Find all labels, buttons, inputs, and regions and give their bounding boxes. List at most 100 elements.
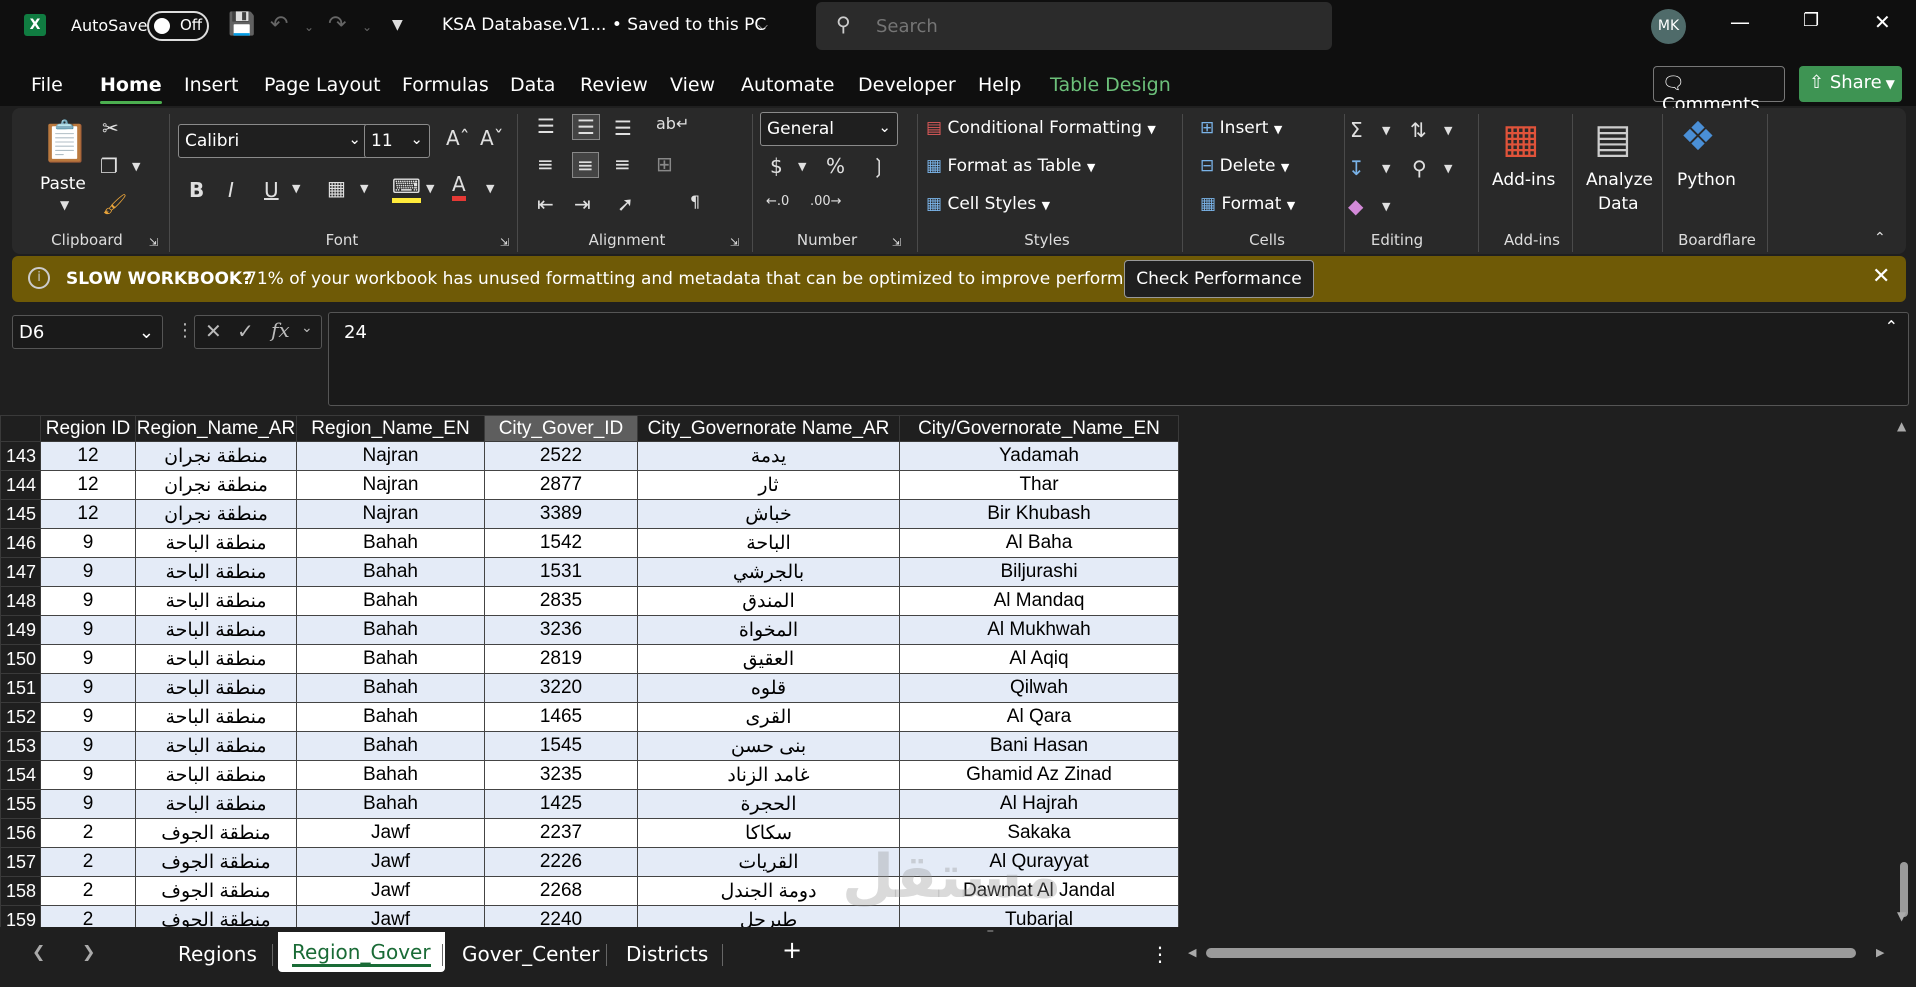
tab-help[interactable]: Help xyxy=(978,74,1021,96)
table-cell[interactable]: 2 xyxy=(40,876,136,906)
table-cell[interactable]: Bahah xyxy=(296,789,485,819)
save-icon[interactable]: 💾 xyxy=(228,12,255,37)
prev-sheet-icon[interactable]: ❮ xyxy=(32,942,45,961)
paste-label[interactable]: Paste xyxy=(40,174,86,194)
align-right-icon[interactable]: ≡ xyxy=(614,152,631,176)
table-cell[interactable]: Bahah xyxy=(296,528,485,558)
share-button[interactable]: ⇧ Share ▼ xyxy=(1799,66,1902,102)
search-box[interactable]: ⚲ xyxy=(816,2,1332,50)
currency-dropdown-icon[interactable]: ▼ xyxy=(798,160,806,173)
clear-dropdown-icon[interactable]: ▼ xyxy=(1382,200,1390,213)
table-cell[interactable]: 9 xyxy=(40,615,136,645)
table-cell[interactable]: 2237 xyxy=(484,818,638,848)
table-cell[interactable]: Bahah xyxy=(296,586,485,616)
table-cell[interactable]: Yadamah xyxy=(899,441,1179,471)
table-cell[interactable]: Jawf xyxy=(296,905,485,927)
table-cell[interactable]: 3236 xyxy=(484,615,638,645)
table-cell[interactable]: Bahah xyxy=(296,702,485,732)
table-cell[interactable]: 9 xyxy=(40,731,136,761)
table-cell[interactable]: يدمة xyxy=(637,441,900,471)
tab-formulas[interactable]: Formulas xyxy=(402,74,489,96)
align-center-icon[interactable]: ≡ xyxy=(572,152,599,178)
table-cell[interactable]: Thar xyxy=(899,470,1179,500)
tab-automate[interactable]: Automate xyxy=(741,74,834,96)
table-cell[interactable]: Najran xyxy=(296,470,485,500)
table-cell[interactable]: منطقة الباحة xyxy=(135,528,297,558)
table-cell[interactable]: 2835 xyxy=(484,586,638,616)
table-cell[interactable]: Jawf xyxy=(296,818,485,848)
decrease-font-icon[interactable]: Aˇ xyxy=(480,126,504,150)
tab-home[interactable]: Home xyxy=(100,74,162,104)
table-cell[interactable]: Najran xyxy=(296,499,485,529)
table-cell[interactable]: Najran xyxy=(296,441,485,471)
table-cell[interactable]: 2 xyxy=(40,905,136,927)
sheet-tab-regions[interactable]: Regions xyxy=(178,942,257,966)
column-header[interactable]: City_Gover_ID xyxy=(484,415,638,442)
undo-icon[interactable]: ↶ xyxy=(270,12,288,37)
table-cell[interactable]: Bahah xyxy=(296,673,485,703)
table-cell[interactable]: Bahah xyxy=(296,731,485,761)
undo-dropdown-icon[interactable]: ⌄ xyxy=(304,20,314,34)
table-cell[interactable]: 2268 xyxy=(484,876,638,906)
table-cell[interactable]: Biljurashi xyxy=(899,557,1179,587)
font-color-dropdown-icon[interactable]: ▼ xyxy=(486,182,494,195)
currency-icon[interactable]: $ xyxy=(770,154,783,178)
sort-filter-icon[interactable]: ⇅ xyxy=(1410,118,1427,142)
add-sheet-icon[interactable]: + xyxy=(782,936,802,964)
customize-toolbar-icon[interactable]: ▼ xyxy=(392,17,403,33)
cancel-icon[interactable]: ✕ xyxy=(205,319,222,343)
table-cell[interactable]: Jawf xyxy=(296,876,485,906)
format-as-table-button[interactable]: ▦ Format as Table ▼ xyxy=(926,156,1095,176)
table-cell[interactable]: 9 xyxy=(40,644,136,674)
tab-table-design[interactable]: Table Design xyxy=(1050,74,1171,96)
table-cell[interactable]: 1542 xyxy=(484,528,638,558)
italic-icon[interactable]: I xyxy=(228,178,234,202)
autosum-dropdown-icon[interactable]: ▼ xyxy=(1382,124,1390,137)
text-direction-icon[interactable]: ¶ xyxy=(690,192,700,211)
table-cell[interactable]: Al Qara xyxy=(899,702,1179,732)
row-number[interactable]: 153 xyxy=(0,731,41,761)
column-header[interactable]: City/Governorate_Name_EN xyxy=(899,415,1179,442)
table-cell[interactable]: 2522 xyxy=(484,441,638,471)
table-cell[interactable]: Bir Khubash xyxy=(899,499,1179,529)
scroll-up-icon[interactable]: ▲ xyxy=(1897,419,1906,433)
table-cell[interactable]: Al Baha xyxy=(899,528,1179,558)
row-number[interactable]: 158 xyxy=(0,876,41,906)
table-cell[interactable]: خباش xyxy=(637,499,900,529)
table-cell[interactable]: 9 xyxy=(40,760,136,790)
scroll-left-icon[interactable]: ◀ xyxy=(1188,946,1196,959)
fill-color-icon[interactable]: ⌨ xyxy=(392,174,421,203)
table-cell[interactable]: 1425 xyxy=(484,789,638,819)
paste-icon[interactable]: 📋 xyxy=(40,118,90,165)
row-number[interactable]: 147 xyxy=(0,557,41,587)
table-cell[interactable]: بنى حسن xyxy=(637,731,900,761)
table-cell[interactable]: 12 xyxy=(40,470,136,500)
table-cell[interactable]: Al Mukhwah xyxy=(899,615,1179,645)
python-label[interactable]: Python xyxy=(1677,170,1736,190)
format-cells-button[interactable]: ▦ Format ▼ xyxy=(1200,194,1295,214)
row-number[interactable]: 152 xyxy=(0,702,41,732)
table-cell[interactable]: منطقة الباحة xyxy=(135,731,297,761)
table-cell[interactable]: منطقة الباحة xyxy=(135,644,297,674)
insert-function-icon[interactable]: fx xyxy=(271,318,290,342)
analyze-data-label-2[interactable]: Data xyxy=(1598,194,1639,214)
copy-icon[interactable]: ❐ xyxy=(100,154,118,178)
row-number[interactable]: 159 xyxy=(0,905,41,927)
tab-developer[interactable]: Developer xyxy=(858,74,956,96)
table-cell[interactable]: Bahah xyxy=(296,644,485,674)
table-cell[interactable]: غامد الزناد xyxy=(637,760,900,790)
fill-color-dropdown-icon[interactable]: ▼ xyxy=(426,182,434,195)
scroll-right-icon[interactable]: ▶ xyxy=(1876,946,1884,959)
table-cell[interactable]: Bahah xyxy=(296,615,485,645)
row-number[interactable]: 146 xyxy=(0,528,41,558)
fill-dropdown-icon[interactable]: ▼ xyxy=(1382,162,1390,175)
redo-icon[interactable]: ↷ xyxy=(328,12,346,37)
borders-dropdown-icon[interactable]: ▼ xyxy=(360,182,368,195)
row-number[interactable]: 156 xyxy=(0,818,41,848)
font-name-select[interactable]: Calibri ⌄ xyxy=(178,124,368,158)
table-cell[interactable]: 9 xyxy=(40,557,136,587)
row-number[interactable]: 157 xyxy=(0,847,41,877)
align-top-icon[interactable]: ☰ xyxy=(537,114,555,138)
sheet-tab-region-gover[interactable]: Region_Gover xyxy=(278,932,445,972)
font-launcher-icon[interactable]: ⇲ xyxy=(500,236,509,249)
